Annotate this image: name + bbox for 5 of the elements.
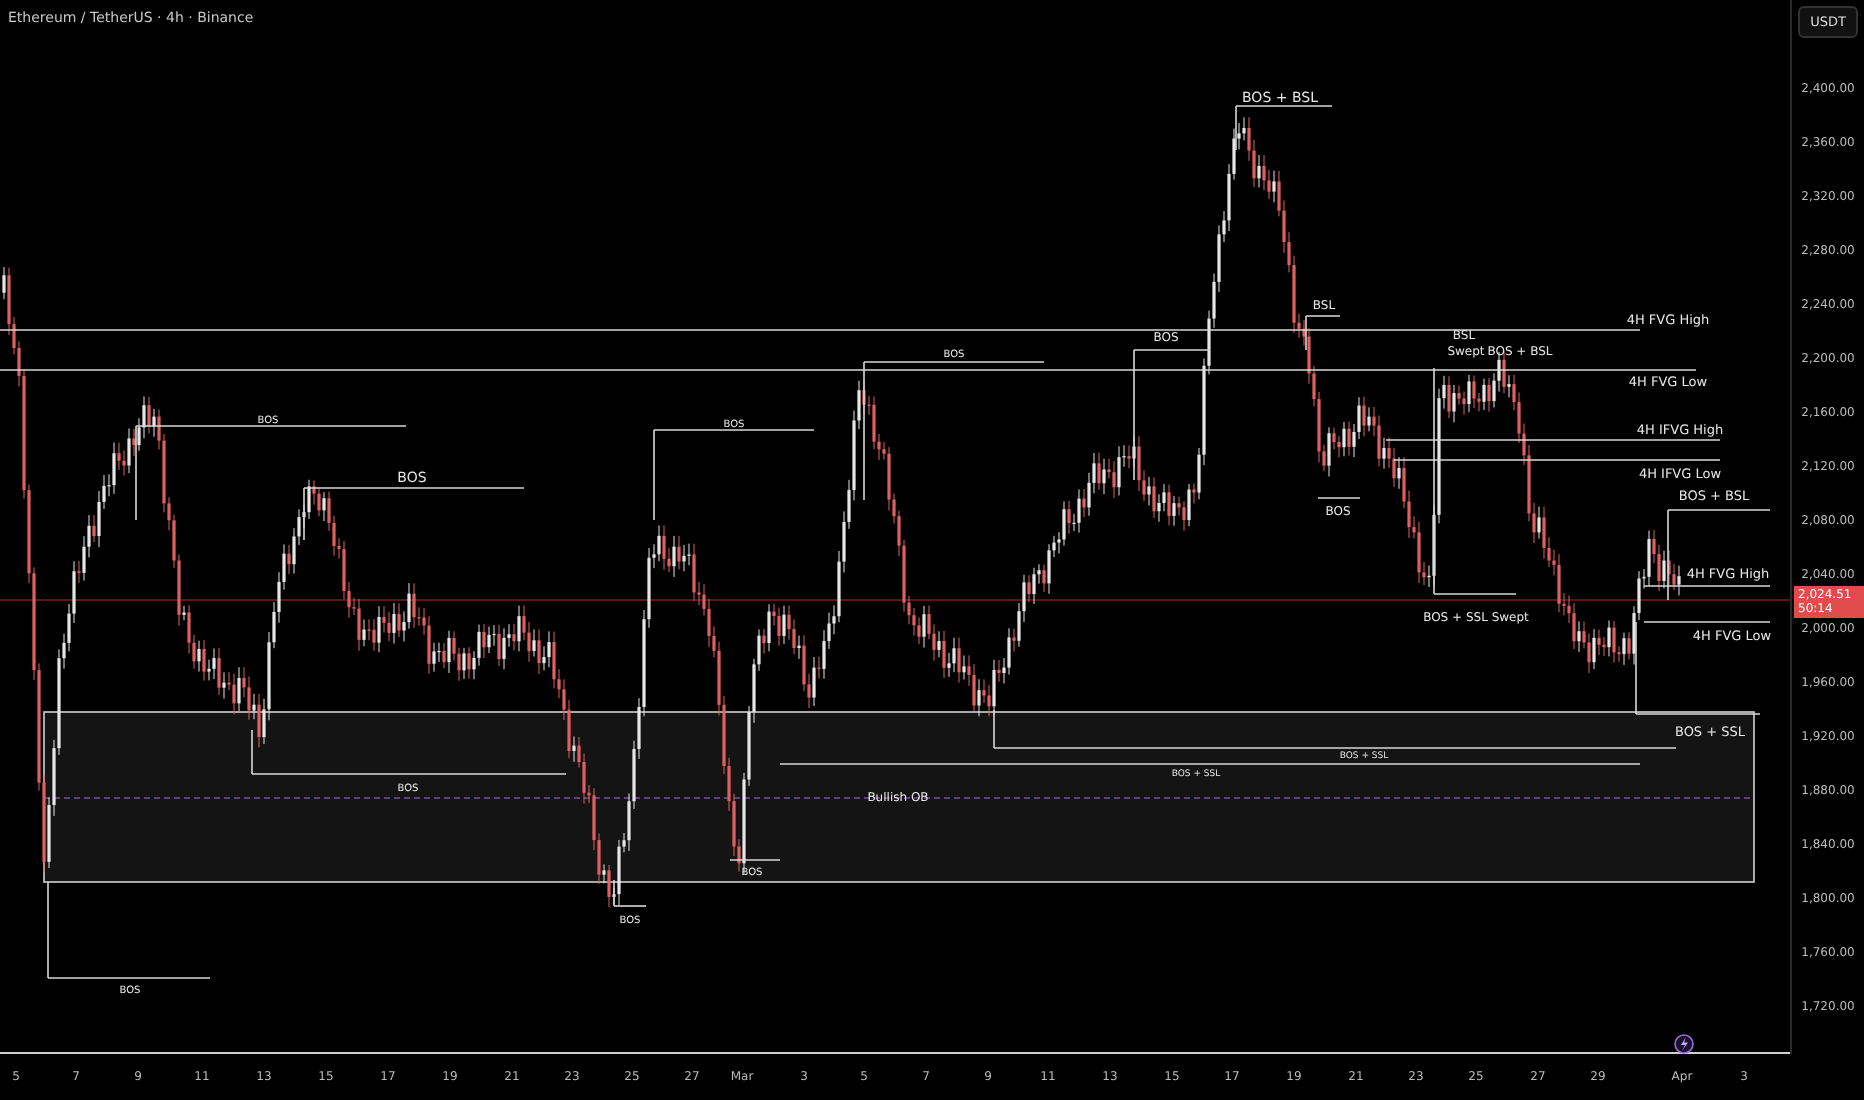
level-line — [613, 879, 647, 907]
level-line — [1235, 105, 1333, 151]
lightning-icon[interactable] — [1674, 1034, 1694, 1054]
level-line — [729, 859, 781, 861]
level-line — [1317, 497, 1361, 499]
